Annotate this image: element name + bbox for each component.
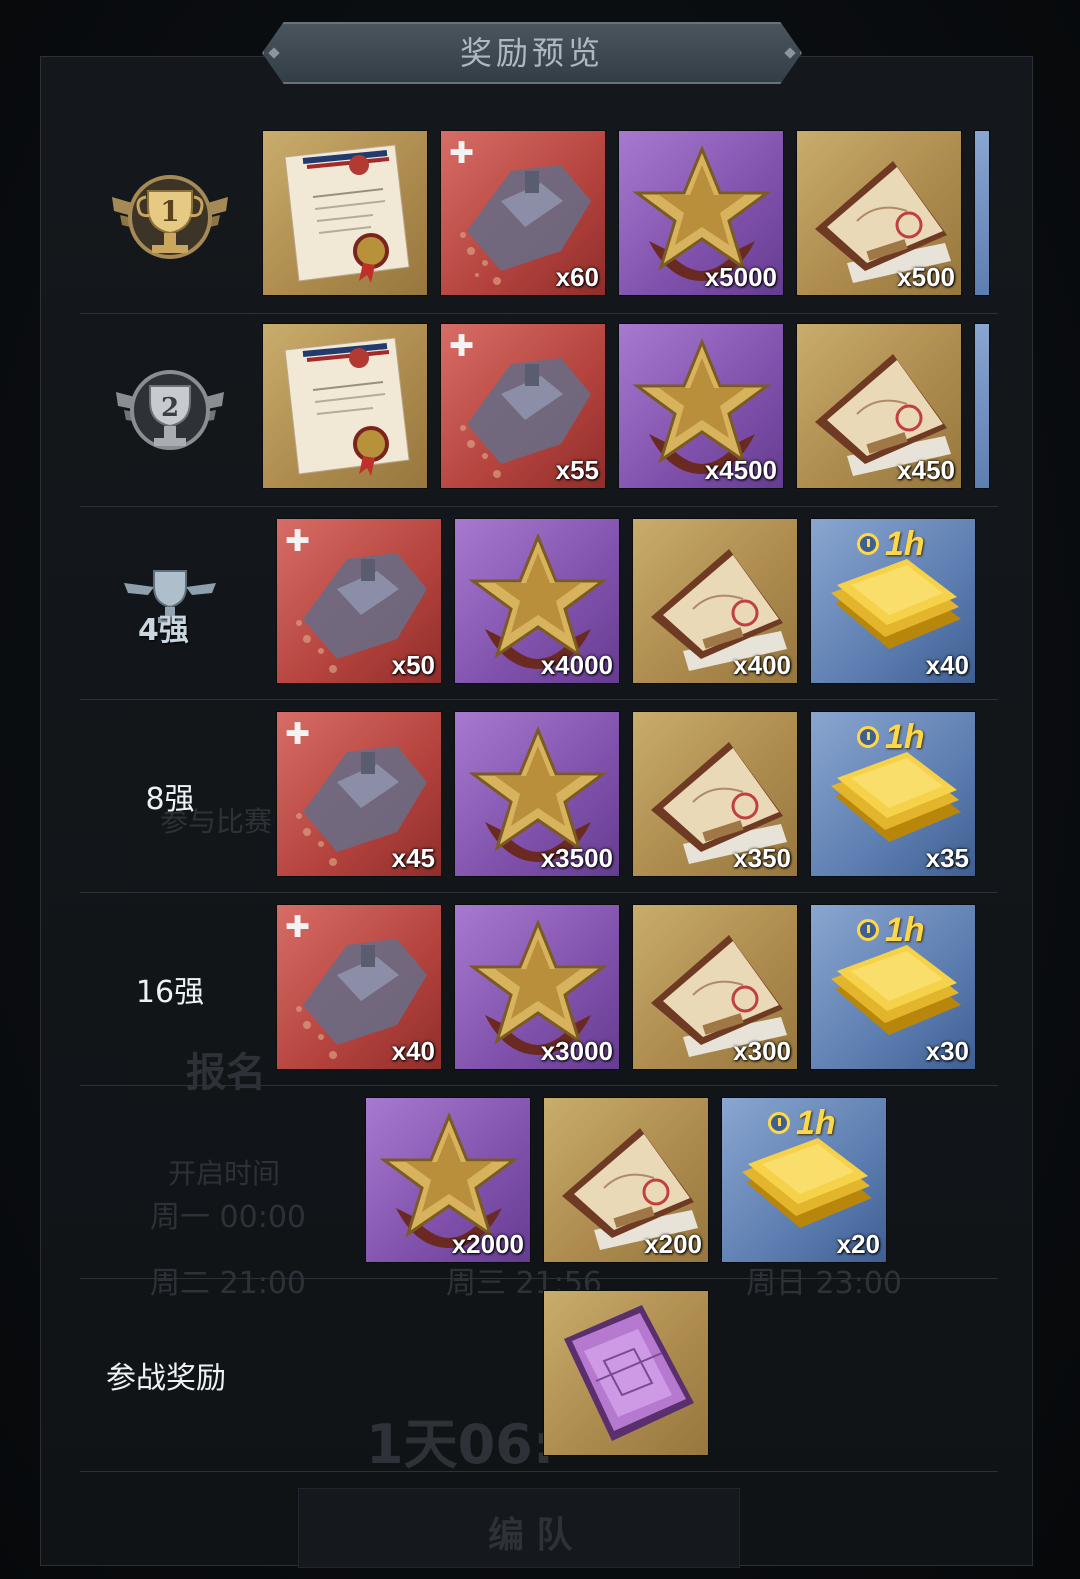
rank-cell: 2 [80,313,260,506]
svg-text:2: 2 [161,393,179,423]
rank-label: 16强 [135,974,205,1010]
rank-cell: 8强 [80,699,260,892]
rank-cell: 参战奖励 [80,1278,252,1471]
reward-item-star-medal[interactable]: x3500 [454,711,620,877]
duration-tag: 1h [885,718,925,756]
reward-item-gold-speedup[interactable]: 1h x35 [810,711,976,877]
reward-item-star-medal[interactable]: x4500 [618,323,784,489]
reward-row-top8: 8强 ✚ x45 x3500 x350 1h x35 [80,699,998,893]
reward-row-participation: 参战奖励 [80,1278,998,1472]
item-quantity: x2000 [451,1229,524,1259]
reward-item-star-medal[interactable]: x3000 [454,904,620,1070]
reward-item-map-book[interactable]: x500 [796,130,962,296]
rank-label: 4强 [138,612,189,648]
reward-item-star-medal[interactable]: x4000 [454,518,620,684]
reward-item-gold-speedup[interactable]: 1h x20 [721,1097,887,1263]
rank-2-trophy-icon: 2 [116,369,224,450]
item-quantity: x50 [391,650,435,680]
reward-item-gold-speedup[interactable]: 1h x40 [810,518,976,684]
item-quantity: x350 [733,843,791,873]
reward-item-gold-speedup[interactable]: 1h x30 [810,904,976,1070]
rank-1-trophy-icon: 1 [112,174,228,259]
item-quantity: x400 [733,650,791,680]
reward-item-map-book[interactable]: x400 [632,518,798,684]
reward-row-participation-tier: x2000 x200 1h x20 [80,1085,998,1279]
item-quantity: x3000 [540,1036,613,1066]
item-quantity: x30 [925,1036,969,1066]
rank-cell: 4强 [80,506,260,699]
reward-row-top16: 16强 ✚ x40 x3000 x300 1h x30 [80,892,998,1086]
clock-icon [857,726,879,748]
duration-tag: 1h [796,1104,836,1142]
reward-row-rank1: 1 ✚ x60 x5000 x500 [80,120,998,314]
reward-item-map-book[interactable]: x200 [543,1097,709,1263]
item-quantity: x40 [391,1036,435,1066]
bg-team-button-label: 编 队 [488,1515,573,1556]
reward-item-map-book[interactable]: x450 [796,323,962,489]
item-quantity: x450 [897,455,955,485]
overflow-item-edge [974,323,990,489]
item-quantity: x40 [925,650,969,680]
reward-row-top4: 4强 ✚ x50 x4000 x400 1h x40 [80,506,998,700]
item-quantity: x60 [555,262,599,292]
duration-tag: 1h [885,525,925,563]
item-quantity: x200 [644,1229,702,1259]
duration-tag: 1h [885,911,925,949]
overflow-item-edge [974,130,990,296]
clock-icon [857,533,879,555]
item-quantity: x4500 [704,455,777,485]
commendation-icon [284,337,410,476]
reward-item-ship-fragment[interactable]: ✚ x45 [276,711,442,877]
rank-label: 8强 [145,781,195,817]
reward-item-ship-fragment[interactable]: ✚ x55 [440,323,606,489]
blueprint-icon [564,1305,694,1441]
item-quantity: x300 [733,1036,791,1066]
reward-item-star-medal[interactable]: x5000 [618,130,784,296]
item-quantity: x45 [391,843,435,873]
reward-item-map-book[interactable]: x300 [632,904,798,1070]
commendation-icon [284,144,410,283]
reward-item-purple-blueprint[interactable] [543,1290,709,1456]
reward-item-commendation[interactable] [262,323,428,489]
item-quantity: x3500 [540,843,613,873]
reward-item-ship-fragment[interactable]: ✚ x60 [440,130,606,296]
reward-item-commendation[interactable] [262,130,428,296]
reward-row-rank2: 2 ✚ x55 x4500 x450 [80,313,998,507]
reward-item-ship-fragment[interactable]: ✚ x40 [276,904,442,1070]
rank-label: 参战奖励 [106,1360,226,1396]
reward-item-ship-fragment[interactable]: ✚ x50 [276,518,442,684]
item-quantity: x5000 [704,262,777,292]
page-title: 奖励预览 [459,34,604,72]
reward-item-star-medal[interactable]: x2000 [365,1097,531,1263]
rank-cell: 1 [80,120,260,313]
svg-text:1: 1 [160,195,179,228]
item-quantity: x55 [555,455,599,485]
reward-item-map-book[interactable]: x350 [632,711,798,877]
item-quantity: x20 [836,1229,880,1259]
clock-icon [857,919,879,941]
clock-icon [768,1112,790,1134]
item-quantity: x35 [925,843,969,873]
item-quantity: x4000 [540,650,613,680]
item-quantity: x500 [897,262,955,292]
rank-cell: 16强 [80,892,260,1085]
